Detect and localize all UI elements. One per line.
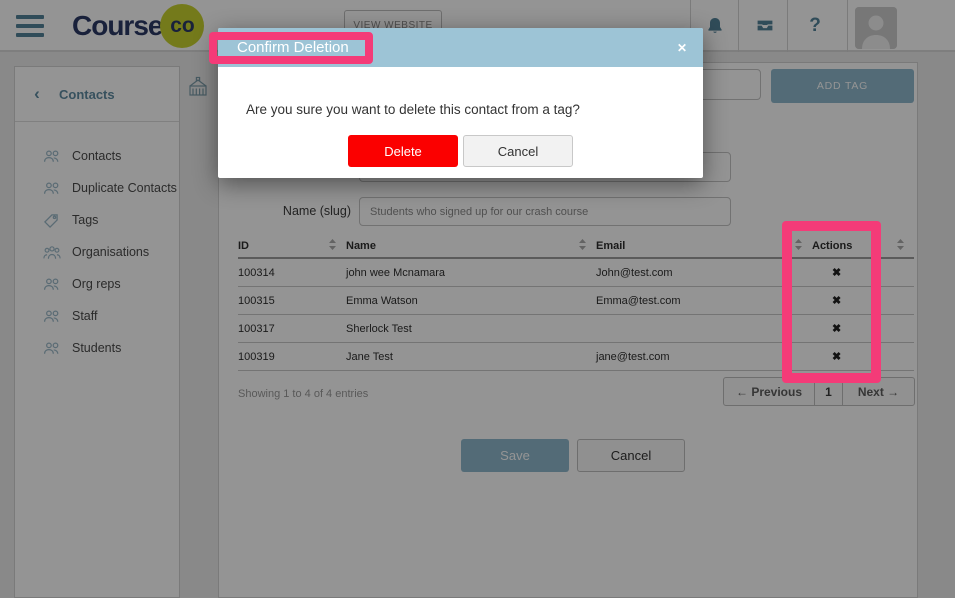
modal-header: Confirm Deletion ✕: [218, 28, 703, 67]
screen: Course co VIEW WEBSITE ? ‹ Contacts: [0, 0, 955, 598]
confirm-deletion-modal: Confirm Deletion ✕ Are you sure you want…: [218, 28, 703, 178]
modal-message: Are you sure you want to delete this con…: [246, 102, 580, 117]
delete-button[interactable]: Delete: [348, 135, 458, 167]
close-icon[interactable]: ✕: [677, 41, 687, 55]
modal-cancel-button[interactable]: Cancel: [463, 135, 573, 167]
modal-title: Confirm Deletion: [237, 39, 349, 56]
